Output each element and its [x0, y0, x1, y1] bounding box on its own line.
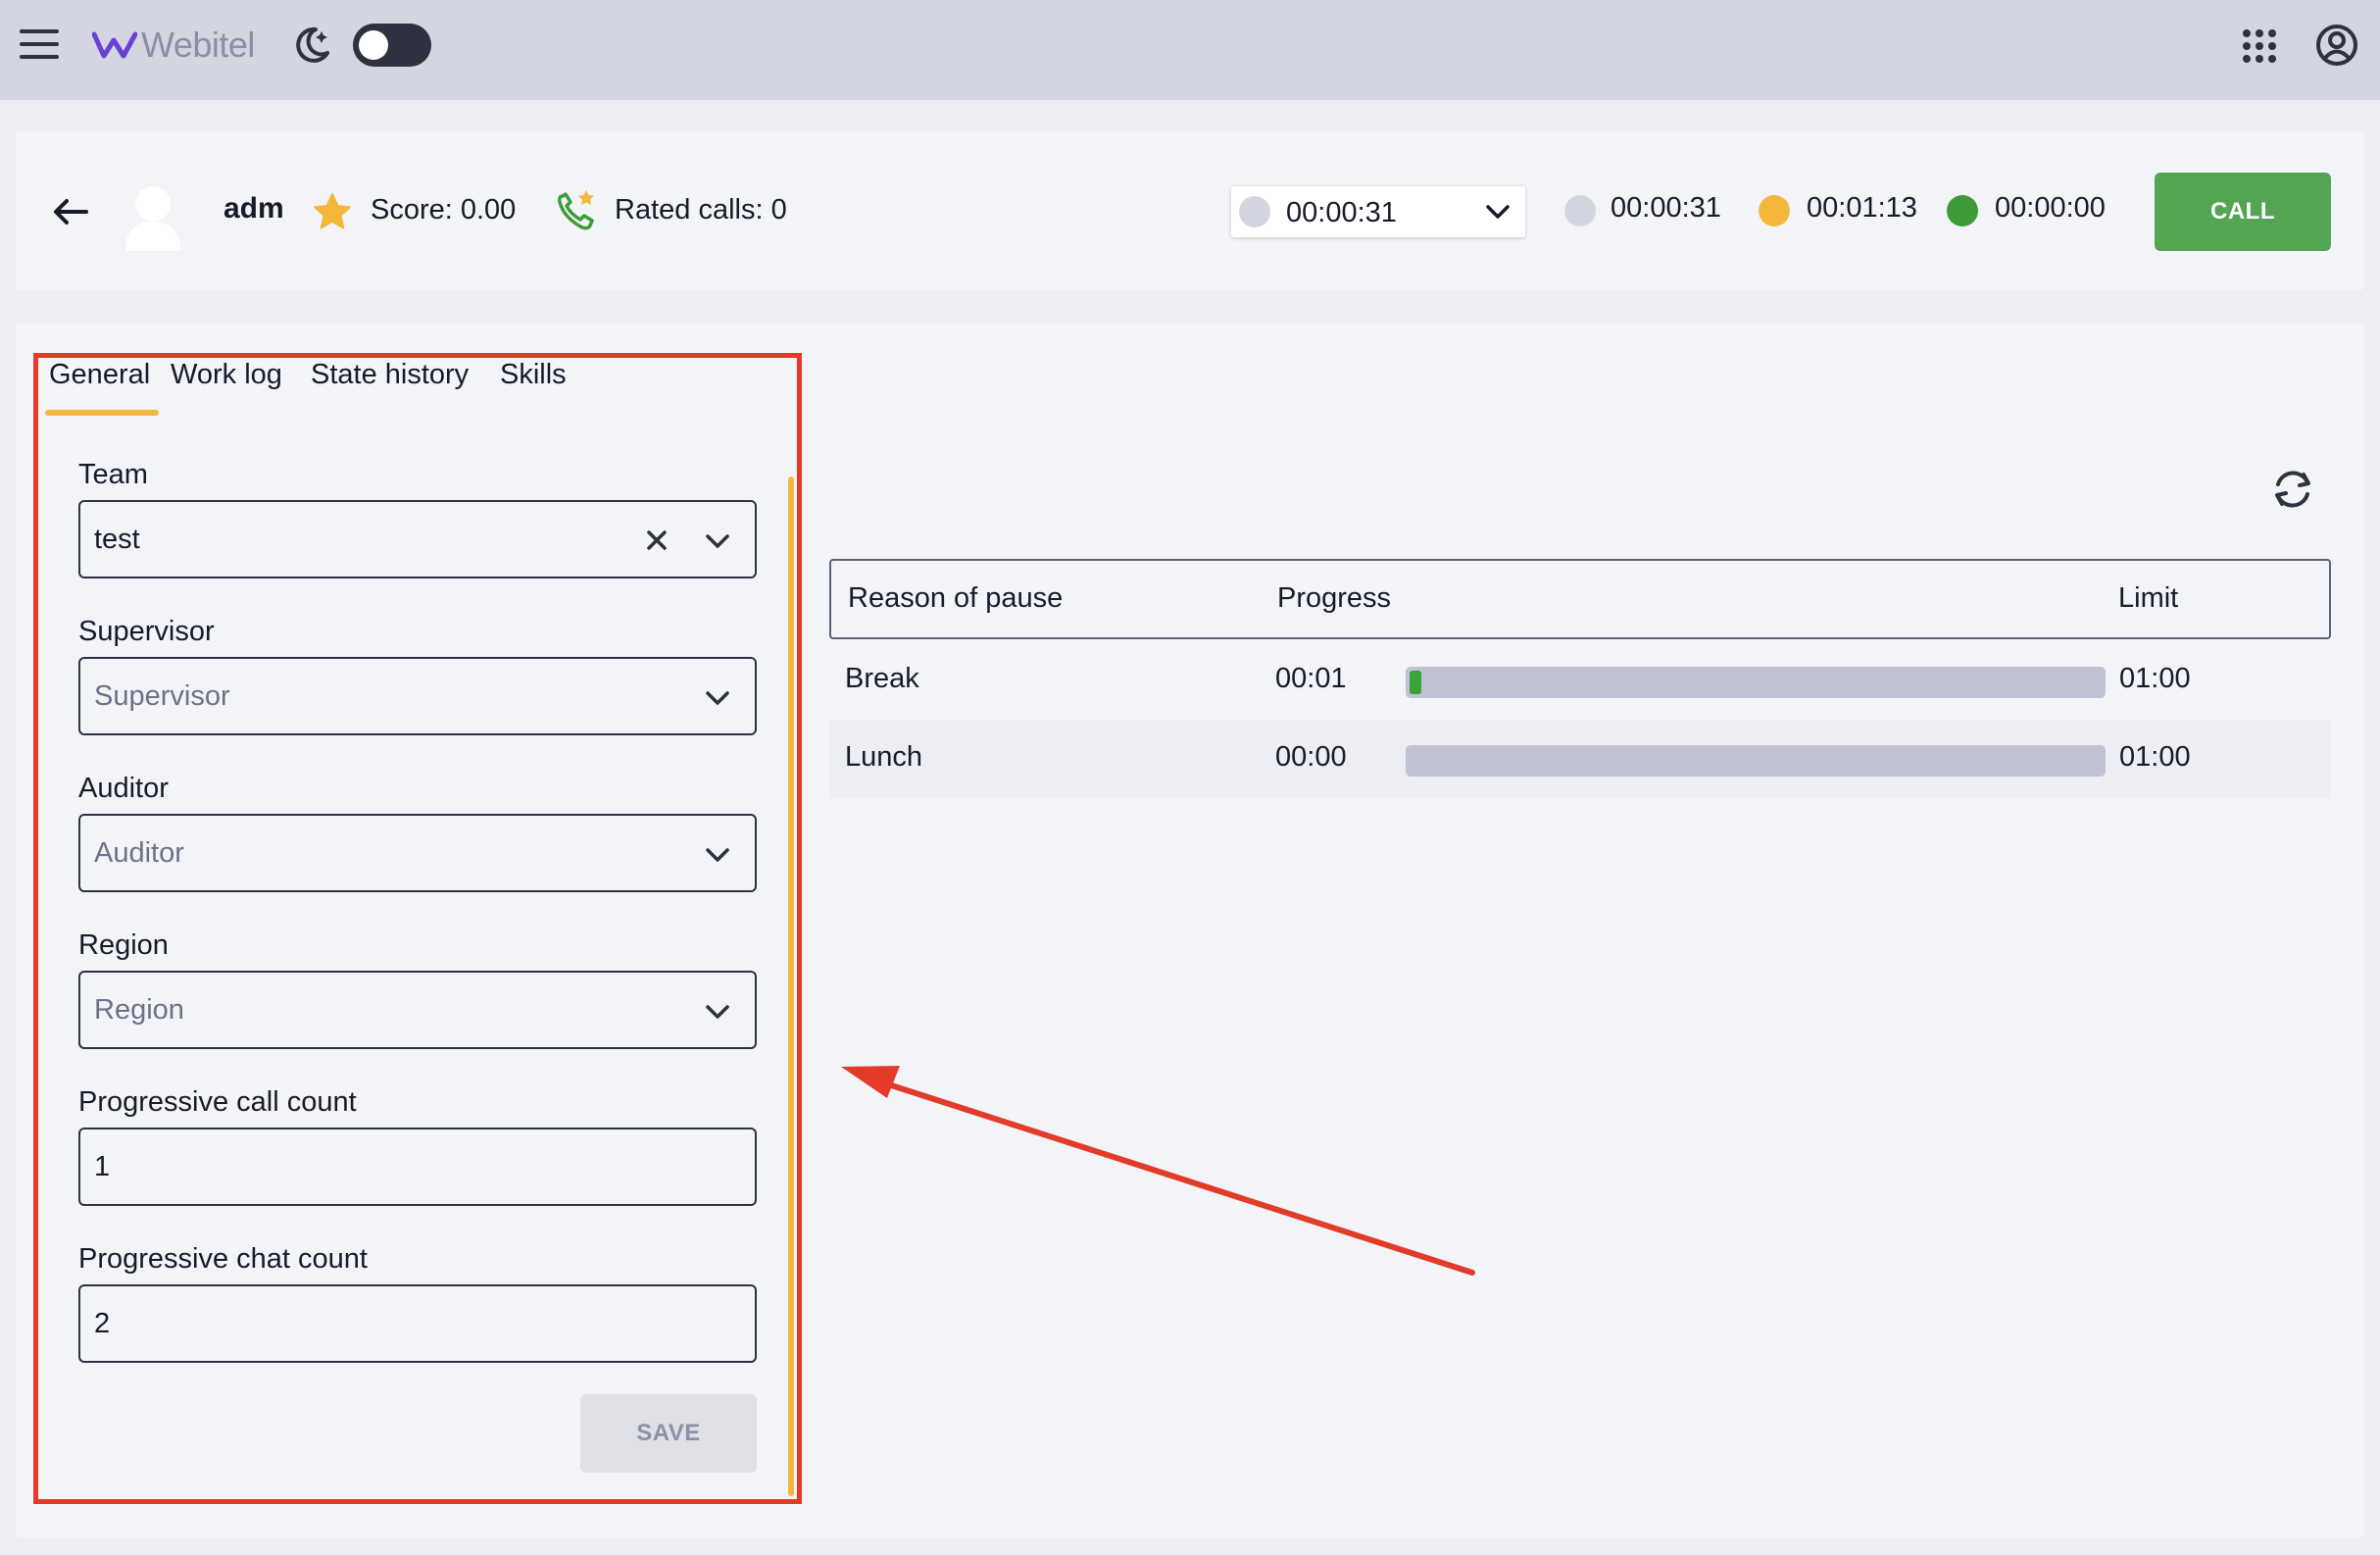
timer-offline: 00:00:31: [1611, 192, 1721, 224]
timer-dot-pause: [1759, 195, 1790, 226]
score-text: Score: 0.00: [371, 194, 517, 226]
back-arrow-icon[interactable]: [51, 192, 90, 231]
top-bar: Webitel: [0, 0, 2380, 100]
timer-dot-online: [1947, 195, 1978, 226]
dark-mode-icon[interactable]: [290, 24, 333, 67]
rated-call-icon: [558, 190, 594, 230]
header-progress: Progress: [1277, 582, 1392, 614]
agent-name: adm: [223, 192, 284, 225]
status-select[interactable]: 00:00:31: [1231, 186, 1525, 237]
progress-bar-fill: [1410, 671, 1421, 694]
timer-dot-offline: [1564, 195, 1596, 226]
row-progress: 00:01: [1275, 663, 1347, 694]
apps-grid-icon[interactable]: [2241, 27, 2278, 65]
status-select-time: 00:00:31: [1286, 197, 1397, 228]
row-limit: 01:00: [2119, 741, 2191, 773]
progress-bar: [1406, 745, 2106, 777]
webitel-logo-icon: [92, 31, 137, 59]
pause-table-header: Reason of pause Progress Limit: [829, 559, 2331, 639]
row-reason: Break: [845, 663, 919, 694]
star-icon: [314, 193, 351, 229]
webitel-logo[interactable]: Webitel: [92, 24, 255, 67]
chevron-down-icon: [1486, 205, 1510, 219]
status-dot: [1239, 196, 1270, 227]
rated-calls-text: Rated calls: 0: [615, 194, 787, 226]
hamburger-icon[interactable]: [20, 25, 59, 63]
account-icon[interactable]: [2315, 24, 2358, 67]
row-progress: 00:00: [1275, 741, 1347, 773]
timer-online: 00:00:00: [1995, 192, 2106, 224]
progress-bar: [1406, 667, 2106, 698]
avatar: [125, 186, 180, 251]
row-limit: 01:00: [2119, 663, 2191, 694]
header-limit: Limit: [2118, 582, 2179, 614]
header-reason: Reason of pause: [848, 582, 1064, 614]
timer-pause: 00:01:13: [1807, 192, 1917, 224]
toggle-knob: [359, 30, 388, 60]
highlight-box: [33, 353, 802, 1504]
table-row: Lunch 00:00 01:00: [829, 720, 2331, 798]
theme-toggle[interactable]: [353, 24, 431, 67]
logo-text: Webitel: [141, 25, 255, 65]
row-reason: Lunch: [845, 741, 923, 773]
table-row: Break 00:01 01:00: [829, 641, 2331, 720]
refresh-icon[interactable]: [2268, 465, 2317, 514]
call-button[interactable]: CALL: [2155, 173, 2331, 251]
